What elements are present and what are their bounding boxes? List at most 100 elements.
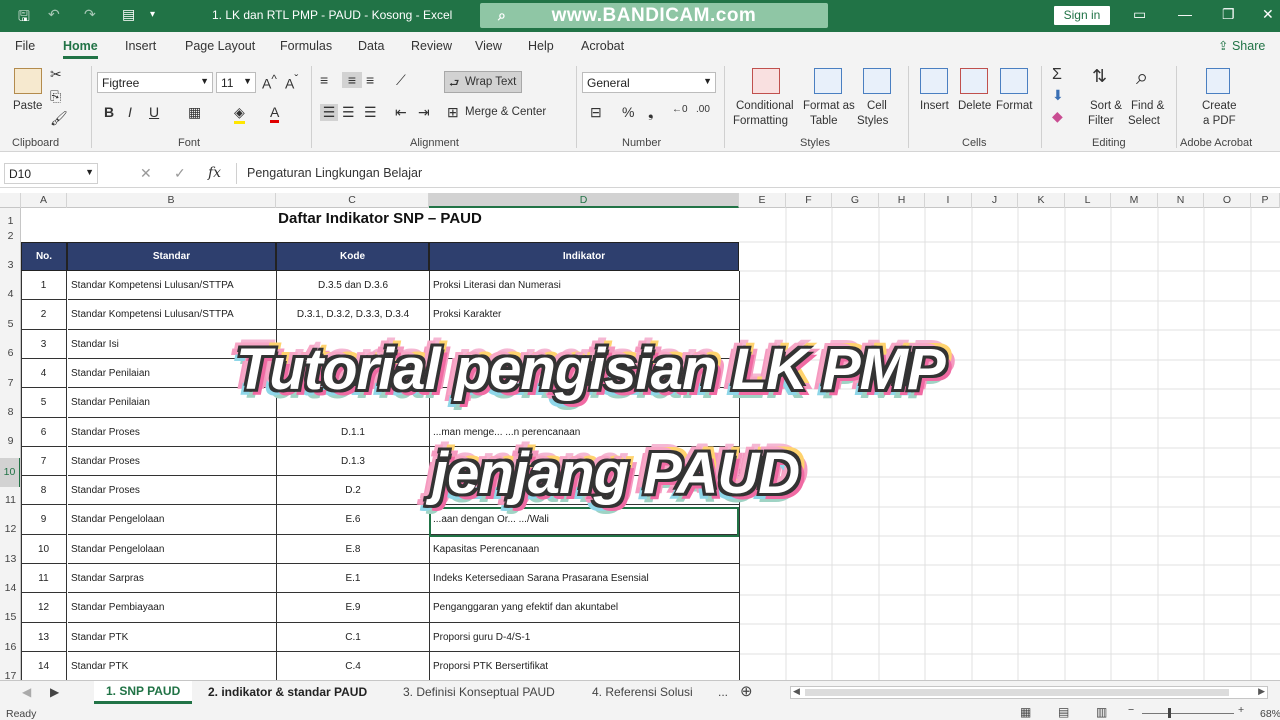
- row-header[interactable]: 17: [0, 670, 20, 680]
- create-pdf-icon[interactable]: [1206, 68, 1230, 94]
- row-header[interactable]: 3: [0, 259, 20, 271]
- tab-file[interactable]: File: [15, 39, 35, 53]
- tab-help[interactable]: Help: [528, 39, 554, 53]
- format-as-table-button[interactable]: Format as: [803, 100, 855, 112]
- column-header[interactable]: G: [832, 193, 879, 208]
- table-cell[interactable]: 7: [21, 446, 67, 477]
- horizontal-scrollbar[interactable]: ◀ ▶: [790, 686, 1268, 699]
- page-layout-view-icon[interactable]: ▤: [1058, 705, 1069, 719]
- table-cell[interactable]: Standar Pengelolaan: [68, 534, 277, 565]
- table-cell[interactable]: Standar PTK: [68, 651, 277, 680]
- decrease-font-icon[interactable]: Aˇ: [285, 73, 298, 92]
- tab-insert[interactable]: Insert: [125, 39, 156, 53]
- borders-icon[interactable]: ▦: [188, 104, 201, 121]
- column-header[interactable]: N: [1158, 193, 1204, 208]
- font-color-icon[interactable]: A: [270, 104, 280, 123]
- redo-icon[interactable]: ↷: [84, 6, 96, 23]
- font-name-select[interactable]: Figtree ▼: [97, 72, 213, 93]
- column-header[interactable]: B: [67, 193, 276, 208]
- row-header[interactable]: 13: [0, 553, 20, 565]
- find-select-button[interactable]: Find &: [1131, 100, 1164, 112]
- row-header[interactable]: 6: [0, 347, 20, 359]
- row-header[interactable]: 10: [0, 458, 20, 487]
- table-cell[interactable]: Standar Pengelolaan: [68, 505, 277, 535]
- clear-icon[interactable]: ◆: [1052, 108, 1063, 125]
- row-header[interactable]: 11: [0, 494, 20, 506]
- table-cell[interactable]: D.3.1, D.3.2, D.3.3, D.3.4: [277, 300, 430, 330]
- sheet-tab[interactable]: 3. Definisi Konseptual PAUD: [403, 685, 555, 699]
- currency-icon[interactable]: ⊟: [590, 104, 602, 121]
- table-cell[interactable]: 6: [21, 417, 67, 447]
- table-cell[interactable]: 10: [21, 534, 67, 565]
- table-cell[interactable]: Standar Kompetensi Lulusan/STTPA: [68, 271, 277, 301]
- table-cell[interactable]: Kapasitas Perencanaan: [430, 534, 740, 565]
- table-cell[interactable]: Standar Sarpras: [68, 564, 277, 594]
- table-cell[interactable]: Proksi Karakter: [430, 300, 740, 330]
- increase-indent-icon[interactable]: ⇥: [418, 104, 430, 121]
- insert-cells-icon[interactable]: [920, 68, 948, 94]
- column-header[interactable]: E: [739, 193, 786, 208]
- table-cell[interactable]: ...aan dengan Or... .../Wali: [430, 505, 740, 535]
- ribbon-display-icon[interactable]: ▭: [1133, 6, 1146, 23]
- conditional-formatting-button[interactable]: Conditional: [736, 100, 794, 112]
- orientation-icon[interactable]: ⟋: [396, 72, 406, 89]
- share-button[interactable]: ⇪ Share: [1218, 38, 1265, 53]
- comma-style-icon[interactable]: ❟: [648, 104, 654, 121]
- insert-cells-button[interactable]: Insert: [920, 100, 949, 112]
- column-header[interactable]: F: [786, 193, 832, 208]
- sort-filter-button[interactable]: Sort &: [1090, 100, 1122, 112]
- table-cell[interactable]: D.1.1: [277, 417, 430, 447]
- header-kode[interactable]: Kode: [276, 242, 429, 271]
- table-cell[interactable]: 3: [21, 329, 67, 359]
- table-cell[interactable]: E.6: [277, 505, 430, 535]
- table-cell[interactable]: Indeks Ketersediaan Sarana Prasarana Ese…: [430, 564, 740, 594]
- row-header[interactable]: 16: [0, 641, 20, 653]
- conditional-formatting-icon[interactable]: [752, 68, 780, 94]
- fill-icon[interactable]: ⬇: [1052, 87, 1064, 104]
- merge-icon[interactable]: ⊞: [447, 104, 459, 121]
- header-no[interactable]: No.: [21, 242, 67, 271]
- table-cell[interactable]: 11: [21, 564, 67, 594]
- name-box[interactable]: D10 ▼: [4, 163, 98, 184]
- underline-button[interactable]: U: [149, 104, 159, 120]
- cell-styles-icon[interactable]: [863, 68, 891, 94]
- table-cell[interactable]: 12: [21, 593, 67, 623]
- zoom-slider-thumb[interactable]: [1168, 708, 1171, 718]
- table-cell[interactable]: Proporsi guru D-4/S-1: [430, 622, 740, 652]
- row-header[interactable]: 15: [0, 611, 20, 623]
- paste-button[interactable]: Paste: [13, 100, 42, 112]
- table-cell[interactable]: E.9: [277, 593, 430, 623]
- tab-data[interactable]: Data: [358, 39, 384, 53]
- align-left-icon[interactable]: ☰: [320, 104, 338, 121]
- find-select-icon[interactable]: ⌕: [1136, 64, 1148, 90]
- tab-review[interactable]: Review: [411, 39, 452, 53]
- autosum-icon[interactable]: Σ: [1052, 66, 1062, 84]
- column-header[interactable]: C: [276, 193, 429, 208]
- table-cell[interactable]: Standar PTK: [68, 622, 277, 652]
- table-cell[interactable]: 14: [21, 651, 67, 680]
- table-cell[interactable]: 8: [21, 476, 67, 506]
- table-cell[interactable]: Standar Proses: [68, 417, 277, 447]
- tab-home[interactable]: Home: [63, 39, 98, 59]
- align-right-icon[interactable]: ☰: [364, 104, 377, 121]
- table-cell[interactable]: 9: [21, 505, 67, 535]
- decrease-indent-icon[interactable]: ⇤: [395, 104, 407, 121]
- table-cell[interactable]: 5: [21, 388, 67, 418]
- sort-filter-icon[interactable]: ⇅: [1092, 66, 1107, 87]
- align-bottom-icon[interactable]: ≡: [366, 72, 374, 88]
- table-cell[interactable]: Standar Pembiayaan: [68, 593, 277, 623]
- row-header[interactable]: 14: [0, 582, 20, 594]
- percent-icon[interactable]: %: [622, 104, 634, 120]
- format-cells-icon[interactable]: [1000, 68, 1028, 94]
- formula-input[interactable]: Pengaturan Lingkungan Belajar: [236, 163, 1280, 184]
- italic-button[interactable]: I: [128, 104, 132, 120]
- create-pdf-button[interactable]: Create: [1202, 100, 1237, 112]
- align-middle-icon[interactable]: ≡: [342, 72, 362, 88]
- table-cell[interactable]: D.2: [277, 476, 430, 506]
- header-indikator[interactable]: Indikator: [429, 242, 739, 271]
- scrollbar-thumb[interactable]: [805, 689, 1229, 696]
- table-cell[interactable]: C.4: [277, 651, 430, 680]
- page-break-view-icon[interactable]: ▥: [1096, 705, 1107, 719]
- zoom-level[interactable]: 68%: [1260, 708, 1280, 720]
- cancel-icon[interactable]: ✕: [140, 165, 152, 182]
